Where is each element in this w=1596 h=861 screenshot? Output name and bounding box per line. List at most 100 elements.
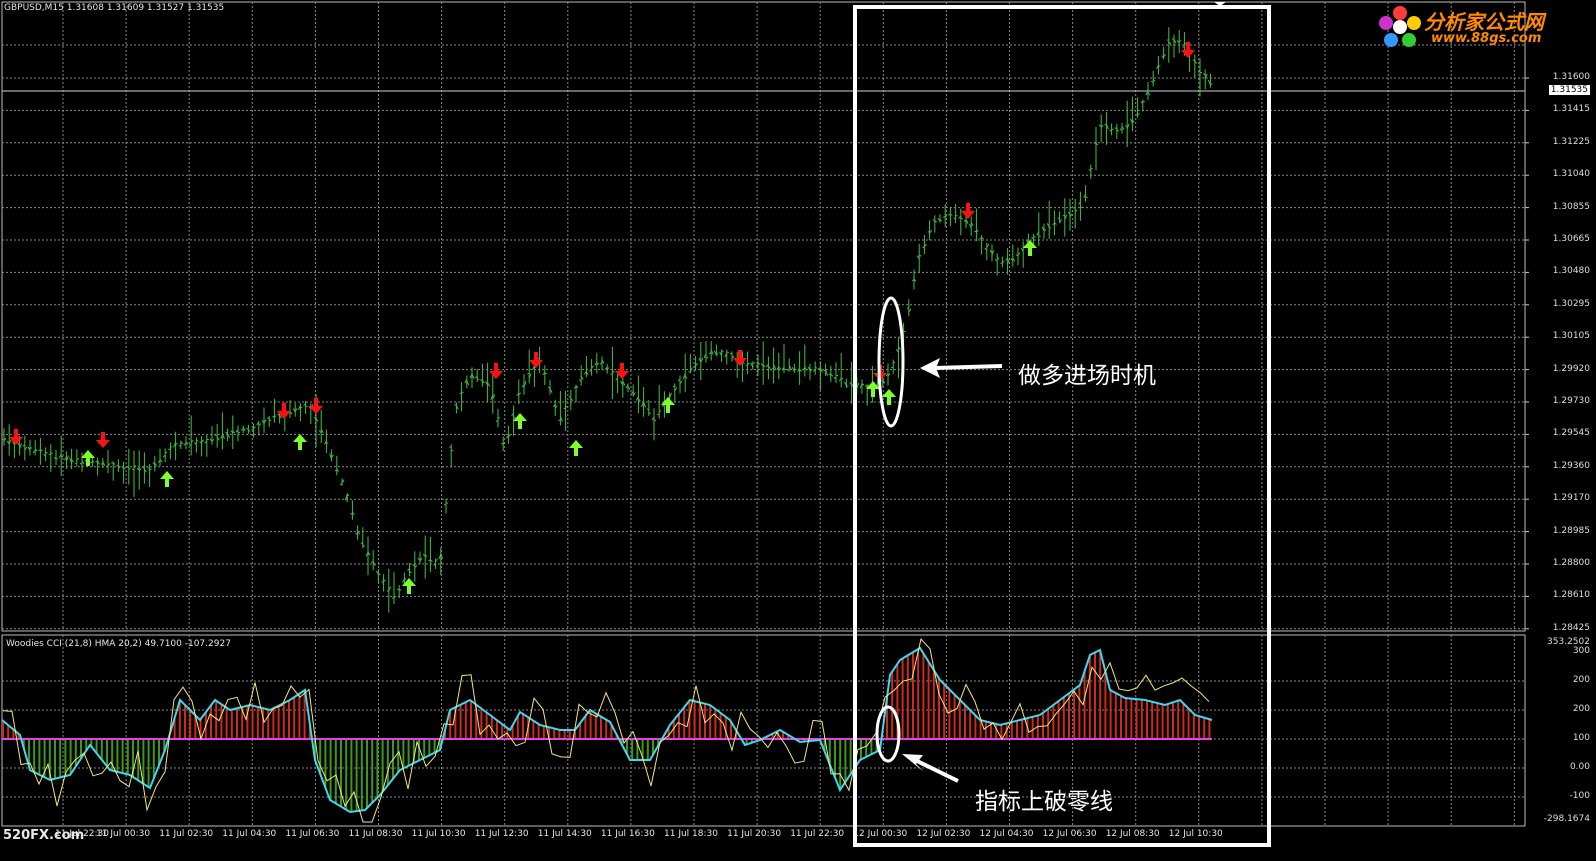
candle-open <box>74 462 77 465</box>
site-logo: 分析家公式网 www.88gs.com <box>1376 4 1566 50</box>
time-label: 11 Jul 02:30 <box>159 829 214 839</box>
down-arrow-icon <box>489 363 503 379</box>
candle-open <box>943 216 946 218</box>
up-arrow-shape <box>160 471 174 487</box>
pointer-arrow-line <box>914 758 959 783</box>
candle-open <box>178 445 181 447</box>
candle-close <box>45 451 48 454</box>
up-arrow-shape <box>882 389 896 405</box>
time-label: 11 Jul 04:30 <box>222 829 277 839</box>
signal-arrows <box>9 42 1195 594</box>
price-label: 1.29545 <box>1552 428 1590 439</box>
candle-close <box>565 405 568 408</box>
pointer-arrow-line <box>934 364 1003 370</box>
up-arrow-shape <box>513 413 527 429</box>
down-arrow-shape <box>529 352 543 368</box>
down-arrow-icon <box>733 350 747 366</box>
candle-close <box>300 406 303 409</box>
up-arrow-shape <box>1023 240 1037 256</box>
time-label: 11 Jul 08:30 <box>348 829 403 839</box>
candle-close <box>404 578 407 580</box>
candle-open <box>339 483 343 486</box>
entry-annotation: 做多进场时机 <box>1018 363 1156 389</box>
candle-close <box>716 353 719 355</box>
candle-open <box>334 469 337 472</box>
price-label: 1.29730 <box>1552 396 1590 406</box>
indicator-title: Woodies CCI (21,8) HMA 20,2) 49.7100 -10… <box>6 639 231 649</box>
candle-close <box>1002 261 1005 263</box>
time-label: 11 Jul 22:30 <box>790 829 845 839</box>
time-label: 11 Jul 20:30 <box>727 829 782 839</box>
cci-level-label: 100 <box>1572 733 1590 743</box>
time-label: 12 Jul 08:30 <box>1105 829 1160 839</box>
up-arrow-shape <box>569 440 583 456</box>
candle-close <box>1179 40 1182 42</box>
cci-bottom-label: -298.1674 <box>1543 814 1590 824</box>
time-label: 12 Jul 06:30 <box>1042 829 1097 839</box>
down-arrow-icon <box>961 203 975 219</box>
time-label: 11 Jul 06:30 <box>285 829 340 839</box>
candle-close <box>815 367 818 369</box>
candle-close <box>128 468 131 470</box>
price-label: 1.30665 <box>1552 234 1590 244</box>
up-arrow-icon <box>1023 240 1037 256</box>
time-label: 11 Jul 14:30 <box>537 829 592 839</box>
current-price-label: 1.31535 <box>1548 85 1590 95</box>
down-arrow-shape <box>489 363 503 379</box>
up-arrow-icon <box>160 471 174 487</box>
price-candles <box>1 27 1213 613</box>
cci-level-label: 300 <box>1572 646 1590 656</box>
up-arrow-icon <box>513 413 527 429</box>
candle-open <box>22 444 25 447</box>
price-label: 1.31040 <box>1552 169 1590 180</box>
price-label: 1.30295 <box>1552 298 1590 309</box>
down-arrow-shape <box>733 350 747 366</box>
price-label: 1.31225 <box>1552 136 1590 147</box>
candle-open <box>53 457 57 459</box>
candle-close <box>113 463 116 465</box>
down-arrow-shape <box>1181 42 1195 58</box>
price-label: 1.29170 <box>1552 493 1590 504</box>
cci-level-label: 200 <box>1572 704 1590 714</box>
time-label: 11 Jul 10:30 <box>411 829 466 839</box>
down-arrow-icon <box>529 352 543 368</box>
price-label: 1.29920 <box>1552 363 1590 374</box>
price-label: 1.31415 <box>1552 104 1590 115</box>
logo-url: www.88gs.com <box>1431 31 1542 46</box>
candle-close <box>399 589 402 591</box>
chart-canvas[interactable] <box>0 0 1596 861</box>
grid <box>1 1 1529 827</box>
price-label: 1.28425 <box>1552 622 1590 633</box>
up-arrow-icon <box>882 389 896 405</box>
up-arrow-shape <box>661 397 675 413</box>
candle-close <box>248 430 251 432</box>
down-arrow-icon <box>1181 42 1195 58</box>
price-label: 1.31600 <box>1552 72 1590 82</box>
down-arrow-shape <box>961 203 975 219</box>
up-arrow-icon <box>293 434 307 450</box>
entry-ellipse <box>877 296 905 428</box>
price-label: 1.29360 <box>1552 460 1590 471</box>
time-label: 11 Jul 16:30 <box>600 829 655 839</box>
time-label: 12 Jul 04:30 <box>979 829 1034 839</box>
price-label: 1.30480 <box>1552 266 1590 277</box>
candle-close <box>544 372 547 375</box>
candle-close <box>950 214 953 216</box>
price-label: 1.28800 <box>1552 558 1590 568</box>
watermark: 520FX.com <box>3 828 85 843</box>
main-chart-title: GBPUSD,M15 1.31608 1.31609 1.31527 1.315… <box>4 3 225 13</box>
price-label: 1.30855 <box>1552 201 1590 212</box>
candle-open <box>729 352 733 355</box>
time-label: 11 Jul 18:30 <box>664 829 718 839</box>
down-arrow-shape <box>9 429 23 445</box>
time-label: 12 Jul 00:30 <box>853 829 908 839</box>
main-panel-border <box>1 1 1526 632</box>
up-arrow-shape <box>293 434 307 450</box>
price-label: 1.30105 <box>1552 331 1590 342</box>
zero-cross-annotation: 指标上破零线 <box>975 789 1113 815</box>
time-label: 12 Jul 10:30 <box>1168 829 1223 839</box>
flower-icon <box>1379 6 1421 47</box>
cci-level-label: 0.00 <box>1569 762 1590 772</box>
up-arrow-icon <box>661 397 675 413</box>
up-arrow-icon <box>569 440 583 456</box>
